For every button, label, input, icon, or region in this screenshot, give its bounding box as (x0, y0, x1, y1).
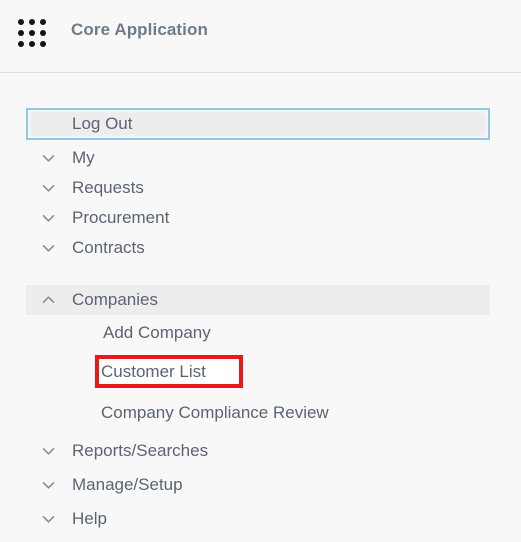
nav-item-label: Manage/Setup (72, 475, 183, 494)
nav-item-requests[interactable]: Requests (0, 173, 521, 203)
nav-item-manage-setup[interactable]: Manage/Setup (0, 470, 521, 500)
nav-item-label: My (72, 148, 95, 167)
nav-item-contracts[interactable]: Contracts (0, 233, 521, 263)
grid-dot (39, 29, 46, 36)
apps-grid-icon[interactable] (16, 17, 48, 49)
grid-dot (28, 29, 35, 36)
grid-dot (18, 19, 25, 26)
grid-dot (28, 40, 35, 47)
grid-dot (18, 29, 25, 36)
nav-subitem-label: Add Company (103, 323, 211, 342)
chevron-up-icon (40, 292, 57, 309)
nav-item-label: Help (72, 509, 107, 528)
nav-item-companies[interactable]: Companies (0, 285, 521, 315)
grid-dot (28, 19, 35, 26)
page-title: Core Application (71, 20, 208, 39)
nav-item-label: Reports/Searches (72, 441, 209, 460)
chevron-down-icon (40, 511, 57, 528)
chevron-down-icon (40, 180, 57, 197)
nav-subitem-label: Company Compliance Review (101, 403, 329, 422)
chevron-down-icon (40, 240, 57, 257)
chevron-down-icon (40, 477, 57, 494)
grid-dot (18, 40, 25, 47)
app-header: Core Application (0, 0, 521, 73)
nav-item-label: Requests (72, 178, 144, 197)
grid-dot (39, 19, 46, 26)
nav-item-my[interactable]: My (0, 143, 521, 173)
nav-subitem-add-company[interactable]: Add Company (0, 318, 521, 348)
chevron-down-icon (40, 210, 57, 227)
nav-item-label: Procurement (72, 208, 170, 227)
nav-item-label: Contracts (72, 238, 145, 257)
chevron-down-icon (40, 443, 57, 460)
nav-subitem-company-compliance-review[interactable]: Company Compliance Review (0, 398, 521, 428)
chevron-down-icon (40, 150, 57, 167)
nav-item-log-out[interactable]: Log Out (26, 108, 490, 140)
nav-item-label: Log Out (72, 114, 133, 133)
grid-dot (39, 40, 46, 47)
nav-item-reports-searches[interactable]: Reports/Searches (0, 436, 521, 466)
nav-item-help[interactable]: Help (0, 504, 521, 534)
nav-subitem-label: Customer List (101, 362, 206, 381)
nav-subitem-customer-list[interactable] (0, 358, 521, 391)
main-navigation-menu: Log Out My Requests Procurement Contract… (0, 73, 521, 542)
nav-item-procurement[interactable]: Procurement (0, 203, 521, 233)
nav-item-label: Companies (72, 290, 158, 309)
